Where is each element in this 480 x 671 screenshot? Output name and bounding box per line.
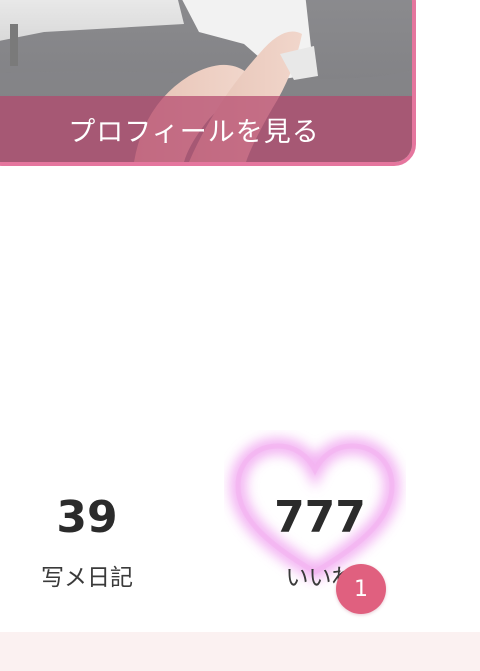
photo-diary-count: 39 <box>56 492 118 543</box>
photo-diary-label: 写メ日記 <box>41 565 133 591</box>
photo-diary-stat[interactable]: 39 写メ日記 <box>27 490 147 592</box>
likes-count: 777 <box>274 492 366 543</box>
bottom-section <box>0 632 480 671</box>
page: プロフィールを見る 39 写メ日記 777 いいね 1 <box>0 0 480 671</box>
view-profile-label: プロフィールを見る <box>68 116 320 148</box>
profile-card[interactable]: プロフィールを見る <box>0 0 416 166</box>
view-profile-button[interactable]: プロフィールを見る <box>0 96 412 162</box>
likes-badge: 1 <box>336 564 386 614</box>
